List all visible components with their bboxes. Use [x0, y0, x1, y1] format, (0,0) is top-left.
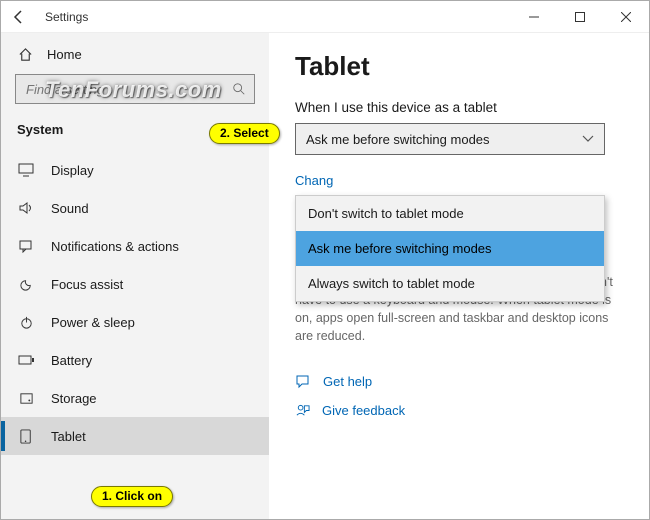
content-pane: Tablet When I use this device as a table… — [269, 33, 649, 519]
sidebar-item-tablet[interactable]: Tablet — [1, 417, 269, 455]
maximize-button[interactable] — [557, 1, 603, 33]
window-controls — [511, 1, 649, 33]
change-settings-link[interactable]: Chang — [295, 173, 623, 188]
minimize-button[interactable] — [511, 1, 557, 33]
display-icon — [17, 163, 35, 177]
notifications-icon — [17, 239, 35, 253]
tablet-icon — [17, 429, 35, 444]
sidebar-item-storage[interactable]: Storage — [1, 379, 269, 417]
tablet-mode-dropdown-list: Don't switch to tablet mode Ask me befor… — [295, 195, 605, 302]
get-help-link[interactable]: Get help — [295, 374, 623, 389]
close-button[interactable] — [603, 1, 649, 33]
sidebar-item-notifications[interactable]: Notifications & actions — [1, 227, 269, 265]
dropdown-option[interactable]: Ask me before switching modes — [296, 231, 604, 266]
focus-assist-icon — [17, 277, 35, 292]
home-label: Home — [47, 47, 82, 62]
sidebar-item-power-sleep[interactable]: Power & sleep — [1, 303, 269, 341]
sidebar-item-battery[interactable]: Battery — [1, 341, 269, 379]
back-button[interactable] — [11, 9, 31, 25]
feedback-icon — [295, 403, 310, 418]
storage-icon — [17, 391, 35, 406]
sidebar-item-sound[interactable]: Sound — [1, 189, 269, 227]
dropdown-option[interactable]: Always switch to tablet mode — [296, 266, 604, 301]
battery-icon — [17, 354, 35, 366]
annotation-step2: 2. Select — [209, 123, 280, 144]
titlebar: Settings — [1, 1, 649, 33]
dropdown-value: Ask me before switching modes — [306, 132, 490, 147]
search-icon — [232, 82, 246, 96]
power-icon — [17, 315, 35, 330]
window-title: Settings — [45, 10, 88, 24]
sidebar: Home System Display Sound — [1, 33, 269, 519]
annotation-step1: 1. Click on — [91, 486, 173, 507]
tablet-mode-label: When I use this device as a tablet — [295, 100, 623, 115]
dropdown-option[interactable]: Don't switch to tablet mode — [296, 196, 604, 231]
search-box[interactable] — [15, 74, 255, 104]
help-icon — [295, 374, 311, 389]
sidebar-item-focus-assist[interactable]: Focus assist — [1, 265, 269, 303]
search-input[interactable] — [24, 81, 232, 98]
give-feedback-link[interactable]: Give feedback — [295, 403, 623, 418]
sidebar-item-display[interactable]: Display — [1, 151, 269, 189]
sidebar-item-home[interactable]: Home — [1, 39, 269, 70]
home-icon — [17, 47, 33, 62]
page-title: Tablet — [295, 51, 623, 82]
chevron-down-icon — [582, 135, 594, 143]
settings-window: Settings Home — [0, 0, 650, 520]
sound-icon — [17, 201, 35, 215]
tablet-mode-dropdown[interactable]: Ask me before switching modes — [295, 123, 605, 155]
